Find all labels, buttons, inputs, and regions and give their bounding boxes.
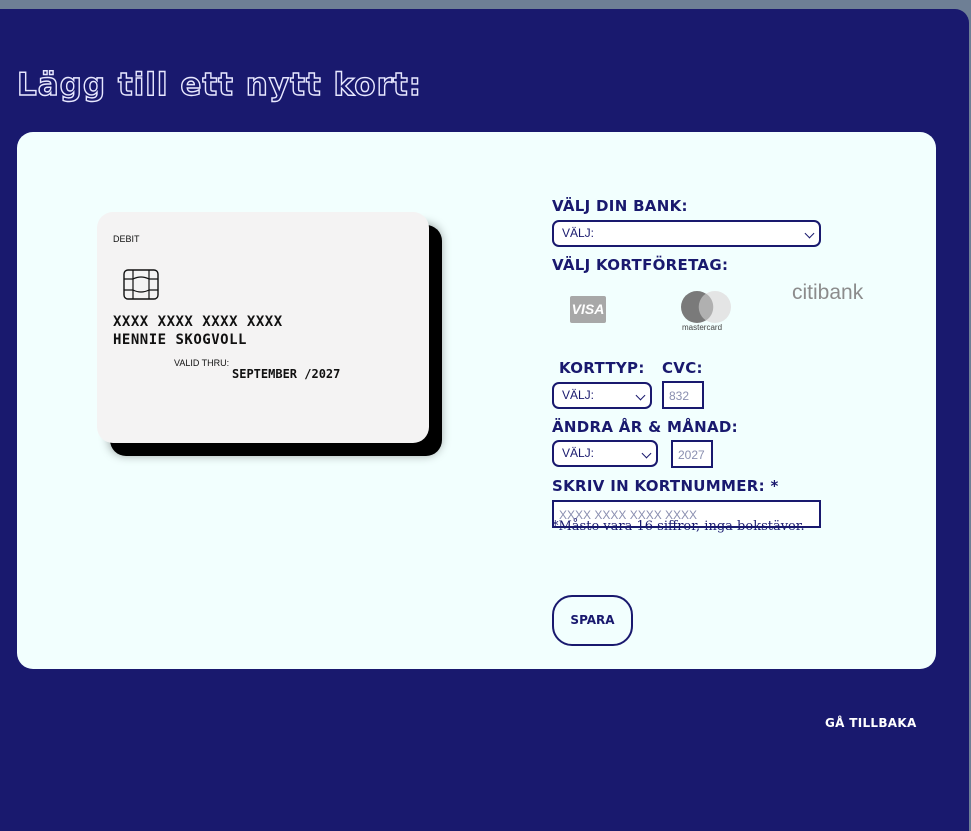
mastercard-logo[interactable] [679,290,733,324]
card-preview: DEBIT XXXX XXXX XXXX XXXX HENNIE SKOGVOL… [97,212,429,443]
app-background: Lägg till ett nytt kort: DEBIT XXXX XXXX… [0,9,969,831]
mastercard-label: mastercard [682,323,723,332]
bank-select[interactable]: VÄLJ: [552,220,821,247]
card-type-label: DEBIT [113,234,140,244]
card-type-select[interactable]: VÄLJ: [552,382,652,409]
valid-thru-label: VALID THRU: [174,358,230,368]
bank-select-value: VÄLJ: [562,226,595,240]
card-holder-name: HENNIE SKOGVOLL [113,332,247,348]
chevron-down-icon [635,390,646,401]
chevron-down-icon [804,228,815,239]
page-title: Lägg till ett nytt kort: [16,66,423,103]
valid-thru-date: SEPTEMBER /2027 [232,367,341,381]
visa-logo[interactable]: VISA [570,296,606,323]
card-type-select-value: VÄLJ: [562,388,595,402]
card-type-field-label: KORTTYP: [559,359,645,377]
card-form-panel: DEBIT XXXX XXXX XXXX XXXX HENNIE SKOGVOL… [17,132,936,669]
back-link[interactable]: GÅ TILLBAKA [825,716,917,730]
citibank-logo[interactable]: citibank [792,281,863,305]
card-number-label: SKRIV IN KORTNUMMER: * [552,477,779,495]
cvc-label: CVC: [662,359,703,377]
chevron-down-icon [641,448,652,459]
year-input[interactable]: 2027 [671,440,713,468]
cvc-input[interactable]: 832 [662,381,704,409]
save-button[interactable]: SPARA [552,595,633,646]
card-number-hint: *Måste vara 16 siffror, inga bokstäver. [552,519,805,534]
month-select[interactable]: VÄLJ: [552,440,658,467]
month-select-value: VÄLJ: [562,446,595,460]
chip-icon [123,269,159,300]
bank-label: VÄLJ DIN BANK: [552,197,688,215]
card-company-label: VÄLJ KORTFÖRETAG: [552,256,729,274]
card-number: XXXX XXXX XXXX XXXX [113,314,283,330]
date-label: ÄNDRA ÅR & MÅNAD: [552,418,738,436]
